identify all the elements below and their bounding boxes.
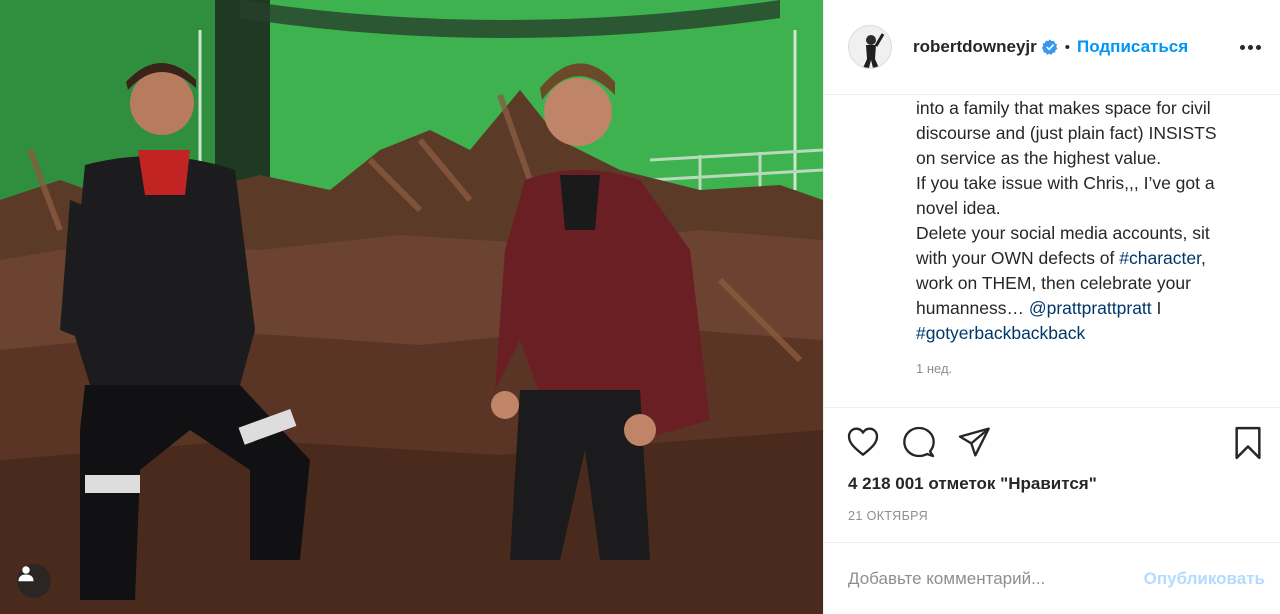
caption-line: If you take issue with Chris,,, I’ve got… bbox=[916, 173, 1215, 193]
post-date[interactable]: 21 ОКТЯБРЯ bbox=[848, 509, 928, 523]
caption-text-part: with your OWN defects of bbox=[916, 248, 1120, 268]
comment-timestamp[interactable]: 1 нед. bbox=[916, 361, 952, 376]
caption-line: with your OWN defects of #character, bbox=[916, 246, 1266, 271]
mention-link[interactable]: @prattprattpratt bbox=[1029, 298, 1152, 318]
share-send-icon[interactable] bbox=[957, 426, 991, 458]
likes-count[interactable]: 4 218 001 отметок "Нравится" bbox=[848, 474, 1097, 494]
hashtag-link[interactable]: #character bbox=[1119, 248, 1201, 268]
photo-scene bbox=[0, 0, 823, 614]
caption-line: Delete your social media accounts, sit bbox=[916, 223, 1210, 243]
save-bookmark-icon[interactable] bbox=[1233, 426, 1263, 460]
like-heart-icon[interactable] bbox=[846, 426, 880, 458]
caption-line: humanness… @prattprattpratt I bbox=[916, 296, 1266, 321]
verified-badge-icon bbox=[1041, 39, 1058, 55]
caption-text-part: humanness… bbox=[916, 298, 1029, 318]
caption-line: on service as the highest value. bbox=[916, 148, 1162, 168]
avatar[interactable] bbox=[848, 25, 892, 69]
caption-text: into a family that makes space for civil… bbox=[916, 96, 1266, 396]
post-header: robertdowneyjr • Подписаться bbox=[824, 0, 1280, 95]
add-comment-bar: Опубликовать bbox=[824, 542, 1280, 614]
caption-line: novel idea. bbox=[916, 198, 1001, 218]
comment-bubble-icon[interactable] bbox=[902, 426, 936, 458]
publish-button[interactable]: Опубликовать bbox=[1144, 569, 1265, 589]
post-details-panel: robertdowneyjr • Подписаться into a fami… bbox=[823, 0, 1280, 614]
caption-text-part: I bbox=[1151, 298, 1162, 318]
tagged-user-icon[interactable] bbox=[17, 564, 51, 598]
avatar-image bbox=[849, 26, 891, 68]
comment-input[interactable] bbox=[848, 568, 1144, 589]
caption-text-part: , bbox=[1200, 248, 1206, 268]
post-photo[interactable] bbox=[0, 0, 823, 614]
separator-dot: • bbox=[1064, 38, 1071, 56]
user-icon bbox=[18, 566, 34, 582]
caption-line: into a family that makes space for civil bbox=[916, 98, 1211, 118]
caption-line: work on THEM, then celebrate your bbox=[916, 273, 1191, 293]
username-link[interactable]: robertdowneyjr bbox=[913, 37, 1037, 57]
caption-line: discourse and (just plain fact) INSISTS bbox=[916, 123, 1217, 143]
more-options-icon[interactable] bbox=[1238, 39, 1263, 56]
caption-line: #gotyerbackbackback bbox=[916, 321, 1266, 346]
follow-button[interactable]: Подписаться bbox=[1077, 37, 1188, 57]
hashtag-link[interactable]: #gotyerbackbackback bbox=[916, 323, 1085, 343]
